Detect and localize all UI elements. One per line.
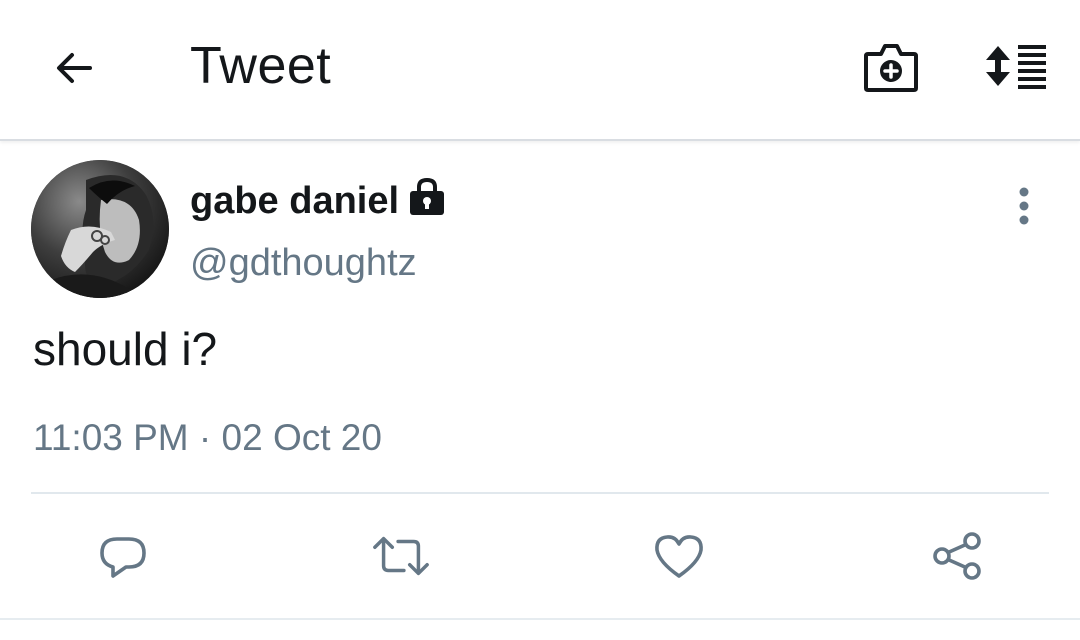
reply-button[interactable] [93, 526, 153, 586]
divider [31, 492, 1049, 494]
sort-button[interactable] [980, 36, 1052, 98]
tweet-text: should i? [33, 323, 218, 375]
author-display-name[interactable]: gabe daniel [190, 178, 399, 224]
author-handle[interactable]: @gdthoughtz [190, 240, 417, 286]
page-title: Tweet [190, 37, 332, 95]
retweet-icon [373, 536, 429, 576]
tweet-detail-screen: Tweet gabe daniel @gdthoughtz should i? … [0, 0, 1080, 640]
more-options-button[interactable] [1002, 184, 1046, 228]
lock-icon [410, 177, 444, 215]
more-vertical-icon [1019, 187, 1029, 225]
back-button[interactable] [46, 40, 102, 96]
tweet-timestamp: 11:03 PM · 02 Oct 20 [33, 417, 382, 458]
avatar[interactable] [31, 160, 169, 298]
reply-icon [100, 537, 146, 578]
share-icon [933, 532, 981, 580]
top-app-bar: Tweet [0, 0, 1080, 141]
camera-button[interactable] [858, 36, 924, 98]
avatar-photo [31, 160, 169, 298]
retweet-button[interactable] [371, 526, 431, 586]
arrow-left-icon [57, 53, 92, 83]
share-button[interactable] [927, 526, 987, 586]
sort-lines-icon [986, 45, 1046, 89]
heart-icon [655, 535, 703, 578]
camera-plus-icon [864, 44, 918, 92]
like-button[interactable] [649, 526, 709, 586]
bottom-divider [0, 618, 1080, 620]
